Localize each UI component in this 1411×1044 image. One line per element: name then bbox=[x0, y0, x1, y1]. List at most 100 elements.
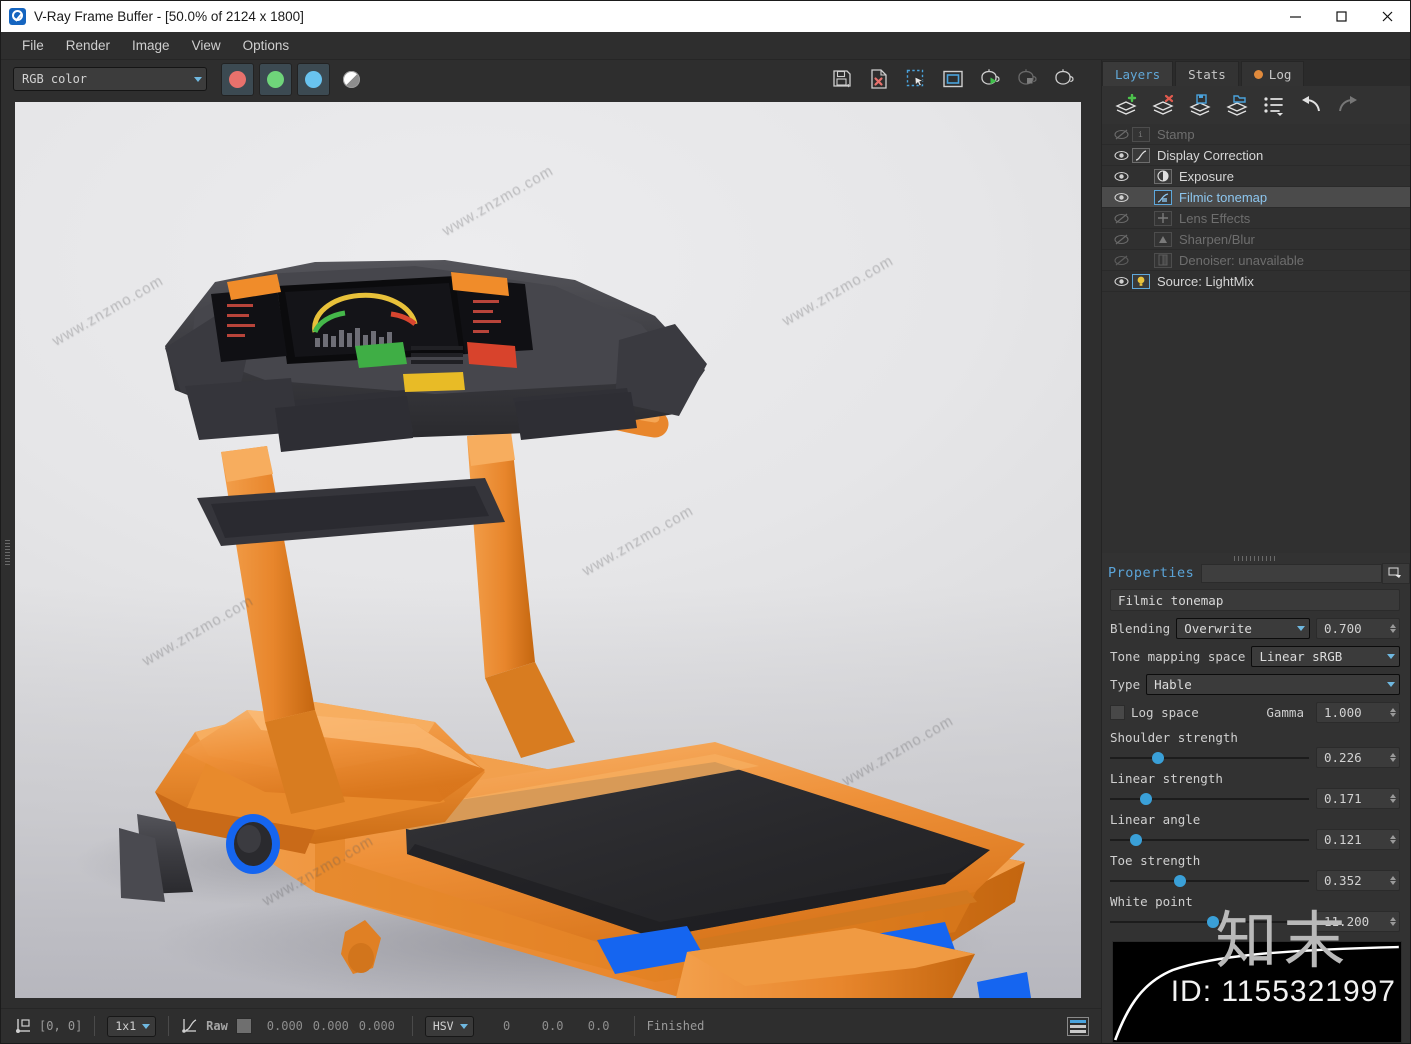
delete-layer-icon[interactable] bbox=[1149, 92, 1177, 118]
sampling-select[interactable]: 1x1 bbox=[107, 1015, 157, 1037]
log-space-checkbox[interactable] bbox=[1110, 705, 1125, 720]
tab-log-label: Log bbox=[1268, 66, 1292, 82]
tab-log[interactable]: Log bbox=[1240, 61, 1305, 86]
spinner-arrows-icon[interactable] bbox=[1390, 708, 1396, 717]
colorspace-select[interactable]: HSV bbox=[424, 1015, 474, 1037]
slider-knob[interactable] bbox=[1207, 915, 1220, 928]
blending-amount-spin[interactable]: 0.700 bbox=[1316, 618, 1400, 639]
linear-angle-spin[interactable]: 0.121 bbox=[1316, 829, 1400, 850]
spinner-arrows-icon[interactable] bbox=[1390, 876, 1396, 885]
minimize-icon[interactable] bbox=[1272, 1, 1318, 32]
eye-off-icon[interactable] bbox=[1110, 213, 1132, 224]
layer-row-stamp[interactable]: i Stamp bbox=[1102, 124, 1410, 145]
menu-view[interactable]: View bbox=[181, 35, 232, 56]
spinner-arrows-icon[interactable] bbox=[1390, 624, 1396, 633]
render-actions bbox=[829, 66, 1093, 92]
toe-strength-slider[interactable] bbox=[1110, 874, 1309, 888]
maximize-icon[interactable] bbox=[1318, 1, 1364, 32]
layer-row-sharpen-blur[interactable]: Sharpen/Blur bbox=[1102, 229, 1410, 250]
white-point-spin[interactable]: 11.200 bbox=[1316, 911, 1400, 932]
white-point-slider[interactable] bbox=[1110, 915, 1309, 929]
shoulder-strength-slider[interactable] bbox=[1110, 751, 1309, 765]
eye-icon[interactable] bbox=[1110, 171, 1132, 182]
spinner-arrows-icon[interactable] bbox=[1390, 753, 1396, 762]
shoulder-strength-spin[interactable]: 0.226 bbox=[1316, 747, 1400, 768]
tab-stats[interactable]: Stats bbox=[1175, 61, 1239, 86]
linear-angle-slider[interactable] bbox=[1110, 833, 1309, 847]
layer-row-denoiser[interactable]: Denoiser: unavailable bbox=[1102, 250, 1410, 271]
tab-layers[interactable]: Layers bbox=[1102, 61, 1174, 86]
eye-off-icon[interactable] bbox=[1110, 234, 1132, 245]
save-image-icon[interactable] bbox=[829, 66, 855, 92]
green-channel-button[interactable] bbox=[259, 62, 292, 96]
layer-row-display-correction[interactable]: Display Correction bbox=[1102, 145, 1410, 166]
layer-list: i Stamp Display Correction Exposure Film… bbox=[1102, 124, 1410, 292]
clear-image-icon[interactable] bbox=[866, 66, 892, 92]
hsv-h: 0 bbox=[502, 1019, 511, 1033]
layer-row-source-lightmix[interactable]: Source: LightMix bbox=[1102, 271, 1410, 292]
white-point-group: White point 11.200 bbox=[1110, 894, 1400, 932]
white-point-value: 11.200 bbox=[1324, 914, 1370, 929]
linear-strength-spin[interactable]: 0.171 bbox=[1316, 788, 1400, 809]
eye-icon[interactable] bbox=[1110, 192, 1132, 203]
stop-render-icon[interactable] bbox=[1014, 66, 1040, 92]
type-select[interactable]: Hable bbox=[1146, 674, 1400, 695]
add-layer-icon[interactable] bbox=[1112, 92, 1140, 118]
region-render-icon[interactable] bbox=[903, 66, 929, 92]
raw-g: 0.000 bbox=[312, 1019, 349, 1033]
menu-image[interactable]: Image bbox=[121, 35, 181, 56]
layer-row-exposure[interactable]: Exposure bbox=[1102, 166, 1410, 187]
render-image: www.znzmo.com www.znzmo.com www.znzmo.co… bbox=[15, 102, 1081, 998]
save-layers-icon[interactable] bbox=[1186, 92, 1214, 118]
slider-knob[interactable] bbox=[1151, 751, 1164, 764]
red-channel-button[interactable] bbox=[221, 62, 254, 96]
viewport-icon[interactable] bbox=[940, 66, 966, 92]
layer-presets-icon[interactable] bbox=[1260, 92, 1288, 118]
properties-titlebar-fill bbox=[1201, 563, 1382, 583]
render-last-icon[interactable] bbox=[1051, 66, 1077, 92]
linear-strength-slider[interactable] bbox=[1110, 792, 1309, 806]
redo-icon[interactable] bbox=[1334, 92, 1362, 118]
menu-options[interactable]: Options bbox=[232, 35, 301, 56]
slider-knob[interactable] bbox=[1129, 833, 1142, 846]
spinner-arrows-icon[interactable] bbox=[1390, 794, 1396, 803]
spinner-arrows-icon[interactable] bbox=[1390, 835, 1396, 844]
curve-icon[interactable] bbox=[181, 1016, 199, 1037]
toe-strength-spin[interactable]: 0.352 bbox=[1316, 870, 1400, 891]
panel-toggle-icon[interactable] bbox=[1067, 1016, 1089, 1036]
channel-select[interactable]: RGB color bbox=[13, 67, 207, 91]
eye-off-icon[interactable] bbox=[1110, 129, 1132, 140]
alpha-mono-toggle[interactable] bbox=[338, 64, 365, 95]
lightmix-icon bbox=[1132, 273, 1150, 289]
layer-row-lens-effects[interactable]: Lens Effects bbox=[1102, 208, 1410, 229]
linear-angle-value: 0.121 bbox=[1324, 832, 1362, 847]
hsv-s: 0.0 bbox=[541, 1019, 564, 1033]
blending-select[interactable]: Overwrite bbox=[1176, 618, 1310, 639]
blending-label: Blending bbox=[1110, 621, 1171, 636]
menu-render[interactable]: Render bbox=[55, 35, 121, 56]
properties-menu-icon[interactable] bbox=[1382, 562, 1410, 584]
eye-icon[interactable] bbox=[1110, 150, 1132, 161]
left-splitter[interactable] bbox=[1, 98, 15, 1008]
blue-channel-button[interactable] bbox=[297, 62, 330, 96]
window-title: V-Ray Frame Buffer - [50.0% of 2124 x 18… bbox=[34, 9, 304, 24]
layer-row-filmic-tonemap[interactable]: Filmic tonemap bbox=[1102, 187, 1410, 208]
slider-knob[interactable] bbox=[1139, 792, 1152, 805]
tone-space-select[interactable]: Linear sRGB bbox=[1251, 646, 1400, 667]
undo-icon[interactable] bbox=[1297, 92, 1325, 118]
log-space-label: Log space bbox=[1131, 705, 1199, 720]
close-icon[interactable] bbox=[1364, 1, 1410, 32]
layer-name-field[interactable]: Filmic tonemap bbox=[1110, 589, 1400, 611]
vray-logo-icon bbox=[9, 8, 26, 25]
load-layers-icon[interactable] bbox=[1223, 92, 1251, 118]
slider-knob[interactable] bbox=[1173, 874, 1186, 887]
panel-tabs: Layers Stats Log bbox=[1102, 60, 1410, 86]
render-canvas[interactable]: www.znzmo.com www.znzmo.com www.znzmo.co… bbox=[15, 102, 1081, 998]
panel-splitter[interactable] bbox=[1102, 553, 1410, 563]
menu-file[interactable]: File bbox=[11, 35, 55, 56]
gamma-spin[interactable]: 1.000 bbox=[1316, 702, 1400, 723]
eye-off-icon[interactable] bbox=[1110, 255, 1132, 266]
spinner-arrows-icon[interactable] bbox=[1390, 917, 1396, 926]
eye-icon[interactable] bbox=[1110, 276, 1132, 287]
start-render-icon[interactable] bbox=[977, 66, 1003, 92]
